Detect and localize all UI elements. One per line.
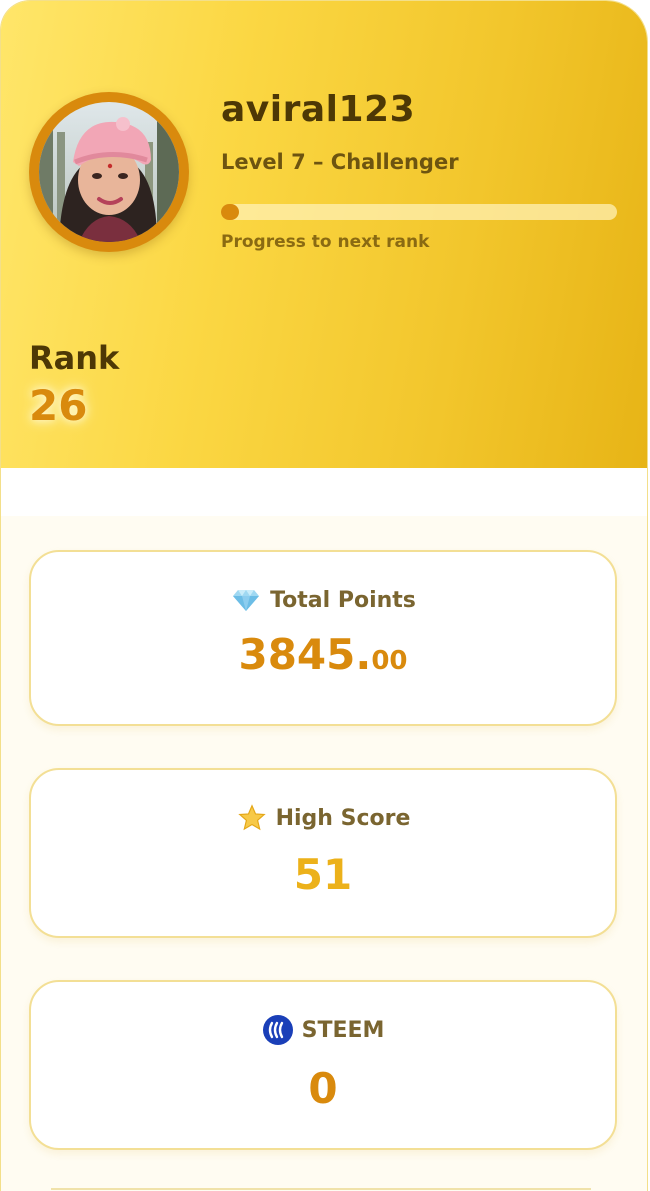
- steem-label: STEEM: [301, 1017, 385, 1043]
- rank-progress-fill: [221, 204, 239, 220]
- high-score-label: High Score: [275, 805, 411, 831]
- high-score-card[interactable]: High Score 51: [29, 768, 617, 938]
- total-points-value: 3845.00: [31, 634, 615, 676]
- total-points-cents: 00: [371, 646, 408, 676]
- rank-value: 26: [29, 381, 88, 430]
- next-card-edge: [51, 1188, 591, 1190]
- total-points-card[interactable]: Total Points 3845.00: [29, 550, 617, 726]
- avatar: [39, 102, 179, 242]
- section-divider: [1, 468, 647, 516]
- rank-label: Rank: [29, 339, 120, 377]
- steem-icon: [262, 1014, 294, 1046]
- avatar-ring[interactable]: [29, 92, 189, 252]
- profile-card: aviral123 Level 7 – Challenger Progress …: [0, 0, 648, 1191]
- total-points-label: Total Points: [270, 587, 416, 613]
- rank-progress-bar: [221, 204, 617, 220]
- steem-value: 0: [308, 1064, 338, 1113]
- total-points-main: 3845.: [238, 630, 372, 679]
- high-score-value: 51: [293, 850, 353, 899]
- profile-hero: aviral123 Level 7 – Challenger Progress …: [1, 1, 647, 468]
- steem-card[interactable]: STEEM 0: [29, 980, 617, 1150]
- level-label: Level 7 – Challenger: [221, 150, 459, 174]
- username: aviral123: [221, 89, 416, 130]
- high-score-header: High Score: [31, 802, 615, 834]
- total-points-header: Total Points: [31, 584, 615, 616]
- steem-header: STEEM: [31, 1014, 615, 1046]
- gem-icon: [230, 584, 262, 616]
- progress-caption: Progress to next rank: [221, 232, 430, 252]
- star-icon: [236, 802, 268, 834]
